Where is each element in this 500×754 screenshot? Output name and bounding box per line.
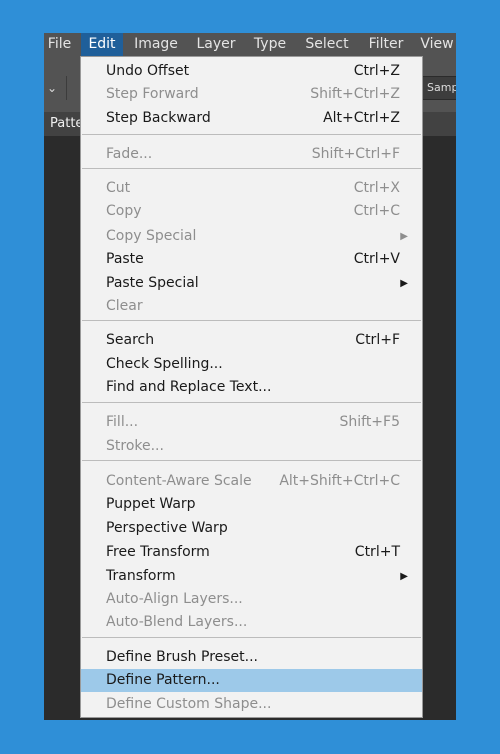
- menu-item-label: Define Brush Preset...: [106, 649, 259, 665]
- menu-item-shortcut: Shift+Ctrl+Z: [310, 86, 400, 102]
- menu-item-shortcut: Ctrl+V: [353, 251, 400, 267]
- menu-item-shortcut: Alt+Shift+Ctrl+C: [279, 473, 400, 489]
- menu-item-label: Search: [106, 332, 155, 348]
- menu-item-label: Step Forward: [106, 86, 199, 102]
- menu-item-label: Transform: [106, 568, 176, 584]
- menu-item-label: Stroke...: [106, 438, 164, 454]
- menu-item-transform[interactable]: Transform ▶: [81, 565, 422, 588]
- menu-separator: [82, 320, 421, 321]
- menu-item-copy-special[interactable]: Copy Special ▶: [81, 225, 422, 248]
- menu-select[interactable]: Select: [302, 33, 352, 56]
- submenu-arrow-icon: ▶: [400, 571, 408, 582]
- menu-item-shortcut: Ctrl+C: [353, 203, 400, 219]
- menu-item-label: Perspective Warp: [106, 520, 228, 536]
- menu-item-label: Cut: [106, 180, 131, 196]
- menu-item-fade[interactable]: Fade... Shift+Ctrl+F: [81, 143, 422, 166]
- menu-separator: [82, 402, 421, 403]
- menu-separator: [82, 460, 421, 461]
- menu-item-label: Fade...: [106, 146, 153, 162]
- menu-item-label: Define Custom Shape...: [106, 696, 272, 712]
- menu-separator: [82, 134, 421, 135]
- menu-item-define-custom-shape[interactable]: Define Custom Shape...: [81, 693, 422, 716]
- menu-item-shortcut: Shift+Ctrl+F: [311, 146, 400, 162]
- menu-separator: [82, 637, 421, 638]
- menu-item-fill[interactable]: Fill... Shift+F5: [81, 411, 422, 434]
- menu-item-label: Paste: [106, 251, 144, 267]
- menu-edit[interactable]: Edit: [81, 33, 123, 56]
- menu-item-search[interactable]: Search Ctrl+F: [81, 329, 422, 352]
- menu-image[interactable]: Image: [130, 33, 182, 56]
- menu-item-stroke[interactable]: Stroke...: [81, 435, 422, 458]
- menu-item-content-aware-scale[interactable]: Content-Aware Scale Alt+Shift+Ctrl+C: [81, 470, 422, 493]
- menu-item-find-replace-text[interactable]: Find and Replace Text...: [81, 376, 422, 399]
- menu-item-copy[interactable]: Copy Ctrl+C: [81, 200, 422, 223]
- menu-item-label: Fill...: [106, 414, 139, 430]
- menu-item-auto-align-layers[interactable]: Auto-Align Layers...: [81, 588, 422, 611]
- menu-item-cut[interactable]: Cut Ctrl+X: [81, 177, 422, 200]
- menu-layer[interactable]: Layer: [191, 33, 241, 56]
- submenu-arrow-icon: ▶: [400, 278, 408, 289]
- menu-item-puppet-warp[interactable]: Puppet Warp: [81, 493, 422, 516]
- menu-item-shortcut: Ctrl+T: [354, 544, 400, 560]
- menu-item-shortcut: Ctrl+F: [355, 332, 400, 348]
- menu-item-label: Copy Special: [106, 228, 197, 244]
- menu-item-define-brush-preset[interactable]: Define Brush Preset...: [81, 646, 422, 669]
- menu-item-undo-offset[interactable]: Undo Offset Ctrl+Z: [81, 60, 422, 83]
- menu-item-label: Copy: [106, 203, 142, 219]
- chevron-down-icon[interactable]: ⌄: [47, 81, 57, 95]
- menu-item-shortcut: Ctrl+Z: [353, 63, 400, 79]
- menu-filter[interactable]: Filter: [363, 33, 409, 56]
- menu-item-label: Clear: [106, 298, 143, 314]
- menu-item-define-pattern[interactable]: Define Pattern...: [81, 669, 422, 692]
- menu-item-shortcut: Alt+Ctrl+Z: [323, 110, 400, 126]
- menu-item-label: Find and Replace Text...: [106, 379, 272, 395]
- menu-item-label: Content-Aware Scale: [106, 473, 252, 489]
- menu-item-perspective-warp[interactable]: Perspective Warp: [81, 517, 422, 540]
- menu-item-label: Define Pattern...: [106, 672, 220, 688]
- menu-item-label: Paste Special: [106, 275, 199, 291]
- sample-dropdown[interactable]: Samp: [420, 76, 456, 100]
- menu-file[interactable]: File: [44, 33, 75, 56]
- menu-item-clear[interactable]: Clear: [81, 295, 422, 318]
- menu-item-label: Auto-Align Layers...: [106, 591, 243, 607]
- edit-dropdown-menu: Undo Offset Ctrl+Z Step Forward Shift+Ctrl+…: [80, 56, 423, 718]
- menu-item-shortcut: Ctrl+X: [353, 180, 400, 196]
- menu-separator: [82, 168, 421, 169]
- menu-view[interactable]: View: [418, 33, 456, 56]
- menu-item-label: Auto-Blend Layers...: [106, 614, 248, 630]
- submenu-arrow-icon: ▶: [400, 231, 408, 242]
- patterns-panel-tab[interactable]: Patte: [50, 112, 83, 136]
- menu-item-label: Undo Offset: [106, 63, 190, 79]
- menu-item-label: Free Transform: [106, 544, 210, 560]
- menu-item-paste-special[interactable]: Paste Special ▶: [81, 272, 422, 295]
- menu-item-paste[interactable]: Paste Ctrl+V: [81, 248, 422, 271]
- menu-item-step-forward[interactable]: Step Forward Shift+Ctrl+Z: [81, 83, 422, 106]
- menu-item-check-spelling[interactable]: Check Spelling...: [81, 353, 422, 376]
- menu-bar: File Edit Image Layer Type Select Filter…: [44, 33, 456, 56]
- options-separator: [66, 76, 67, 100]
- menu-item-step-backward[interactable]: Step Backward Alt+Ctrl+Z: [81, 107, 422, 130]
- menu-item-shortcut: Shift+F5: [339, 414, 400, 430]
- menu-type[interactable]: Type: [247, 33, 293, 56]
- menu-item-free-transform[interactable]: Free Transform Ctrl+T: [81, 541, 422, 564]
- menu-item-label: Step Backward: [106, 110, 211, 126]
- menu-item-label: Check Spelling...: [106, 356, 223, 372]
- menu-item-label: Puppet Warp: [106, 496, 196, 512]
- menu-item-auto-blend-layers[interactable]: Auto-Blend Layers...: [81, 611, 422, 634]
